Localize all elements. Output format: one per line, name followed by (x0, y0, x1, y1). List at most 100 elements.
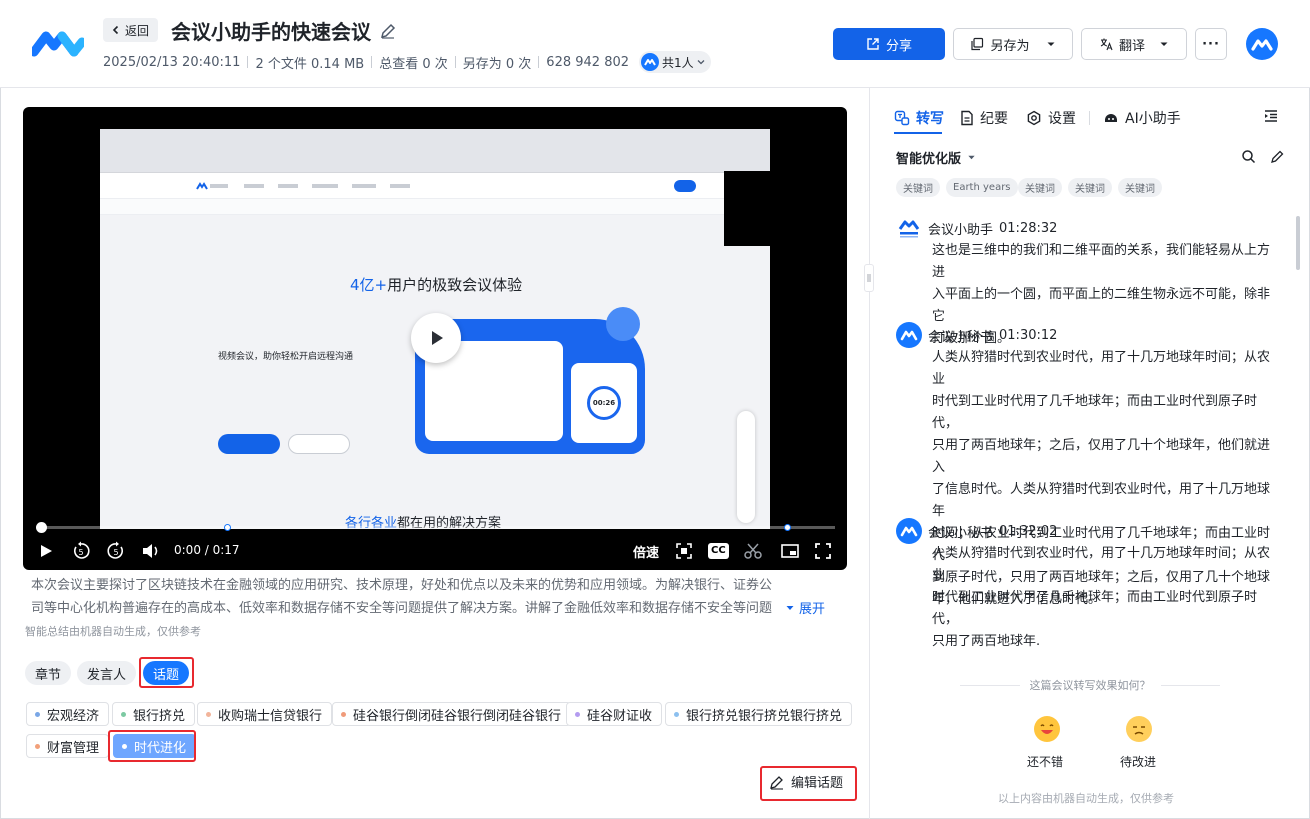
sad-face-icon[interactable] (1126, 716, 1152, 742)
speaker-name: 会议小秘书 (928, 525, 994, 541)
segment-speakers[interactable]: 发言人 (77, 661, 137, 685)
transcript-icon (894, 110, 910, 126)
clip-button[interactable] (743, 541, 763, 561)
save-as-label: 另存为 (990, 38, 1030, 54)
expand-summary-button[interactable]: 展开 (785, 598, 825, 617)
fullscreen-button[interactable] (814, 541, 832, 561)
highlight-box (108, 730, 196, 762)
participants-count: 共1人 (662, 55, 694, 70)
edit-title-icon[interactable] (379, 22, 397, 40)
topic-tag[interactable]: 硅谷财证收 (566, 702, 663, 726)
app-logo-icon (32, 31, 84, 57)
topic-tag[interactable]: 宏观经济 (26, 702, 110, 726)
tab-ai-assistant[interactable]: AI小助手 (1103, 108, 1181, 128)
tab-minutes[interactable]: 纪要 (960, 108, 1008, 128)
pip-button[interactable] (780, 541, 800, 561)
progress-knob[interactable] (36, 522, 47, 533)
copy-icon (971, 37, 984, 51)
participants-chip[interactable]: 共1人 (639, 51, 711, 73)
indent-icon (1265, 110, 1277, 122)
topic-tag[interactable]: 硅谷银行倒闭硅谷银行倒闭硅谷银行 (332, 702, 572, 726)
rewind-5-button[interactable]: 5 (71, 541, 91, 561)
gear-icon (1027, 110, 1041, 126)
panel-resize-handle[interactable] (864, 264, 874, 292)
entry-line: 入平面上的一个圆，而平面上的二维生物永远不可能，除非它 (932, 287, 1271, 324)
entry-text: 人类从狩猎时代到农业时代，用了十几万地球年时间；从农业 时代到工业时代用了几千地… (932, 543, 1280, 653)
volume-button[interactable] (141, 541, 161, 561)
camera-tile (724, 171, 770, 246)
entry-line: 时代到工业时代用了几千地球年；而由工业时代到原子时代， (932, 394, 1258, 431)
screenshot-icon (676, 543, 692, 559)
play-button[interactable] (38, 541, 54, 561)
ai-assistant-icon (1105, 114, 1117, 122)
search-button[interactable] (1241, 149, 1256, 164)
site-subnav (100, 199, 770, 215)
speaker-avatar (896, 215, 922, 241)
entry-line: 了信息时代。人类从狩猎时代到农业时代，用了十几万地球年 (932, 482, 1271, 519)
tab-settings[interactable]: 设置 (1026, 108, 1076, 128)
feedback-line (960, 684, 1020, 686)
play-icon (41, 545, 52, 557)
topic-dot (575, 711, 580, 717)
translate-button[interactable]: 翻译 (1081, 28, 1187, 60)
feedback-improve[interactable]: 待改进 (1120, 753, 1156, 770)
ai-summary-note: 智能总结由机器自动生成，仅供参考 (25, 625, 201, 638)
happy-face-mark-icon (1040, 724, 1054, 734)
caret-down-icon (968, 155, 975, 160)
site-nav-item (352, 183, 376, 188)
screenshot-button[interactable] (675, 541, 693, 561)
keyword-chip[interactable]: 关键词 (1118, 178, 1162, 197)
share-label: 分享 (885, 38, 912, 54)
topic-tag[interactable]: 银行挤兑银行挤兑银行挤兑 (665, 702, 853, 726)
document-icon (961, 110, 973, 126)
forward-5-button[interactable]: 5 (106, 541, 126, 561)
speed-button[interactable]: 倍速 (633, 541, 659, 561)
chapter-marker[interactable] (784, 524, 791, 531)
keyword-chip[interactable]: 关键词 (896, 178, 940, 197)
transcript-entry: 会议小秘书 01:32:02 人类从狩猎时代到农业时代，用了十几万地球年时间；从… (896, 518, 1280, 653)
topic-tag[interactable]: 财富管理 (26, 734, 110, 758)
screen-hero-title: 4亿+用户的极致会议体验 (350, 274, 522, 295)
feedback-good[interactable]: 还不错 (1027, 753, 1063, 770)
screen-gray-button (288, 434, 350, 454)
entry-line: 人类从狩猎时代到农业时代，用了十几万地球年时间；从农业 (932, 546, 1271, 583)
meeting-meta: 2025/02/13 20:40:11 2 个文件 0.14 MB 总查看 0 … (103, 51, 711, 73)
feedback-line (1160, 684, 1220, 686)
happy-face-icon[interactable] (1034, 716, 1060, 742)
collapse-panel-button[interactable] (1263, 108, 1279, 124)
keyword-chip[interactable]: 关键词 (1068, 178, 1112, 197)
keyword-chip[interactable]: 关键词 (1018, 178, 1062, 197)
play-overlay-button[interactable] (411, 313, 461, 363)
topic-tag[interactable]: 银行挤兑 (112, 702, 196, 726)
share-button[interactable]: 分享 (833, 28, 945, 60)
title-text: 会议小助手的快速会议 (171, 20, 371, 44)
subtitle-button[interactable]: CC (708, 541, 729, 561)
screen-hero-number: 4亿+ (350, 276, 388, 294)
video-progress-bar[interactable] (36, 522, 835, 533)
user-avatar[interactable] (1246, 28, 1278, 60)
save-as-button[interactable]: 另存为 (953, 28, 1073, 60)
chapter-marker[interactable] (224, 524, 231, 531)
tab-separator (1089, 111, 1090, 125)
page-title: 会议小助手的快速会议 (171, 16, 397, 45)
screen-side-pill (737, 411, 755, 523)
entry-header: 会议小助手 01:28:32 (896, 215, 1280, 241)
tab-transcript[interactable]: 转写 (894, 108, 944, 128)
meta-divider (538, 56, 540, 68)
edit-transcript-button[interactable] (1270, 149, 1285, 164)
keyword-chip[interactable]: Earth years (946, 178, 1018, 197)
browser-bar (100, 129, 770, 173)
back-button[interactable]: 返回 (103, 18, 159, 42)
chevron-left-icon (112, 25, 119, 35)
back-label: 返回 (125, 23, 150, 38)
meta-divider (454, 56, 456, 68)
segment-chapters[interactable]: 章节 (25, 661, 72, 685)
topic-tag[interactable]: 收购瑞士信贷银行 (197, 702, 333, 726)
search-icon (1242, 150, 1256, 164)
caret-down-icon (1047, 42, 1054, 46)
video-player[interactable]: 4亿+用户的极致会议体验 视频会议，助你轻松开启远程沟通 00:26 各行各业都… (23, 107, 847, 570)
version-dropdown[interactable]: 智能优化版 (896, 148, 976, 167)
transcript-scrollbar[interactable] (1296, 216, 1300, 270)
translate-label: 翻译 (1118, 38, 1145, 54)
more-button[interactable]: ··· (1195, 28, 1227, 60)
